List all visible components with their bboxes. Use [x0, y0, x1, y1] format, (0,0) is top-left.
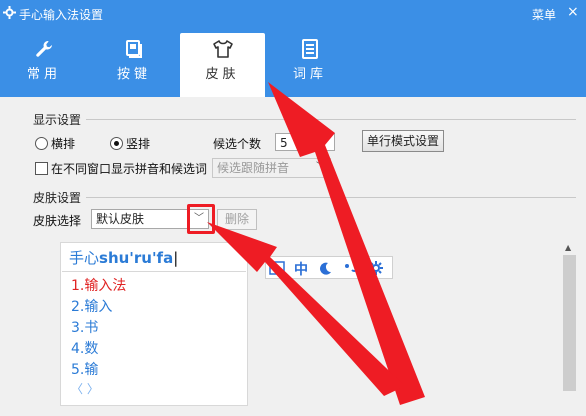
single-line-mode-button[interactable]: 单行模式设置	[362, 130, 444, 152]
vertical-label: 竖排	[126, 137, 151, 151]
composition-pinyin: shu'ru'fa	[99, 249, 174, 267]
keyboard-icon	[269, 261, 285, 275]
scrollbar[interactable]: ▲	[561, 241, 578, 406]
composition-text: 手心shu'ru'fa|	[69, 249, 179, 267]
delete-skin-button: 删除	[217, 209, 257, 230]
candidate-item: 5.输	[71, 362, 99, 378]
vertical-radio[interactable]	[110, 137, 123, 150]
key-icon	[126, 40, 142, 58]
divider	[86, 119, 576, 120]
composition-prefix: 手心	[69, 249, 100, 267]
gear-icon	[3, 6, 16, 19]
tab-keys-label: 按键	[116, 67, 151, 82]
skin-section-title: 皮肤设置	[33, 191, 82, 205]
tab-common-label: 常用	[26, 67, 61, 82]
scrollbar-thumb[interactable]	[563, 255, 576, 391]
book-icon	[302, 39, 318, 59]
gear-icon	[369, 261, 383, 275]
divider	[86, 197, 576, 198]
tab-common[interactable]: 常用	[20, 33, 68, 97]
display-section-title: 显示设置	[33, 113, 82, 127]
candidate-item: 4.数	[71, 341, 99, 357]
tab-skin-label: 皮肤	[205, 67, 240, 82]
horizontal-label: 横排	[51, 137, 76, 151]
page-nav: 〈 〉	[71, 382, 99, 396]
moon-icon	[320, 262, 331, 275]
tab-skin[interactable]: 皮肤	[180, 33, 265, 97]
candidate-count-input[interactable]: 5	[275, 133, 335, 151]
title-bar: 手心输入法设置 菜单 × 常用 按键 皮肤 词库	[0, 0, 586, 97]
wrench-icon	[36, 41, 52, 57]
skin-preview: 手心shu'ru'fa| 1.输入法 2.输入 3.书 4.数 5.输 〈 〉	[60, 242, 248, 406]
window-title: 手心输入法设置	[19, 8, 104, 22]
show-pinyin-label: 在不同窗口显示拼音和候选词	[51, 162, 208, 176]
candidate-item: 3.书	[71, 320, 99, 336]
skin-select-label: 皮肤选择	[33, 214, 82, 228]
tshirt-icon	[212, 40, 233, 58]
highlight-box	[187, 204, 215, 234]
punctuation-icon	[345, 264, 358, 272]
candidate-follow-select: 候选跟随拼音 ﹀	[212, 158, 331, 178]
chevron-down-icon: ﹀	[316, 162, 326, 173]
menu-button[interactable]: 菜单	[532, 6, 556, 23]
horizontal-radio[interactable]	[35, 137, 48, 150]
ime-status-bar: 中	[265, 256, 393, 279]
candidate-item: 2.输入	[71, 299, 113, 315]
candidate-item: 1.输入法	[71, 278, 127, 294]
chinese-mode-text: 中	[294, 262, 308, 278]
divider	[62, 271, 246, 272]
skin-select-value: 默认皮肤	[96, 212, 145, 226]
tab-dictionary-label: 词库	[292, 67, 327, 82]
scroll-up-icon[interactable]: ▲	[565, 243, 571, 252]
show-pinyin-checkbox[interactable]	[35, 162, 48, 175]
candidate-follow-value: 候选跟随拼音	[217, 161, 290, 175]
tab-keys[interactable]: 按键	[110, 33, 158, 97]
candidate-count-label: 候选个数	[213, 137, 262, 151]
tab-dictionary[interactable]: 词库	[286, 33, 334, 97]
close-button[interactable]: ×	[567, 5, 579, 19]
